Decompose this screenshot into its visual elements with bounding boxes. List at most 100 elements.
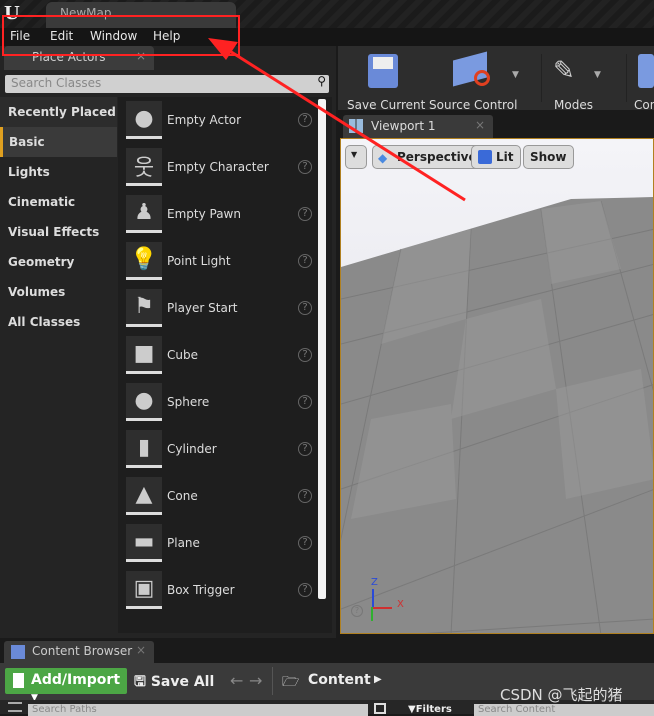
actor-item[interactable]: ▣ Box Trigger?	[118, 567, 332, 614]
path-content-button[interactable]: Content	[308, 672, 371, 688]
category-basic[interactable]: Basic	[0, 127, 117, 157]
actor-item[interactable]: ● Empty Actor?	[118, 97, 332, 144]
help-icon[interactable]: ?	[298, 536, 312, 550]
category-lights[interactable]: Lights	[0, 157, 117, 187]
show-button[interactable]: Show	[523, 145, 574, 169]
floor-grid	[341, 139, 653, 633]
tab-label: Viewport 1	[371, 119, 436, 133]
help-icon[interactable]: ?	[298, 301, 312, 315]
help-icon[interactable]: ?	[298, 207, 312, 221]
save-current-button[interactable]: Save Current	[347, 98, 425, 112]
actor-item[interactable]: ⚑ Player Start?	[118, 285, 332, 332]
help-icon[interactable]: ?	[298, 583, 312, 597]
perspective-icon: ◆	[378, 151, 388, 165]
content-browser-icon	[11, 645, 25, 659]
view-options-icon[interactable]	[374, 703, 386, 714]
search-content-input[interactable]: Search Content	[474, 704, 654, 716]
category-cinematic[interactable]: Cinematic	[0, 187, 117, 217]
sources-toggle-icon[interactable]	[8, 702, 22, 712]
lit-button[interactable]: Lit	[471, 145, 521, 169]
help-icon[interactable]: ?	[298, 254, 312, 268]
file-icon	[13, 673, 24, 688]
save-all-button[interactable]: 🖫 Save All	[134, 671, 214, 695]
modes-button[interactable]: Modes	[554, 98, 593, 112]
help-icon[interactable]: ?	[298, 160, 312, 174]
perspective-button[interactable]: ◆ Perspective	[372, 145, 484, 169]
actor-item[interactable]: 💡 Point Light?	[118, 238, 332, 285]
actor-item[interactable]: ■ Cube?	[118, 332, 332, 379]
actor-thumbnail-icon: ▣	[126, 571, 162, 609]
perspective-label: Perspective	[397, 150, 477, 164]
back-arrow-icon[interactable]: ←	[230, 671, 243, 690]
actor-thumbnail-icon: 웃	[126, 148, 162, 186]
actor-name: Sphere	[167, 395, 210, 409]
place-actors-panel: Place Actors × Search Classes ⚲ Recently P…	[0, 46, 336, 638]
category-visual-effects[interactable]: Visual Effects	[0, 217, 117, 247]
actor-item[interactable]: ♟ Empty Pawn?	[118, 191, 332, 238]
search-icon[interactable]: ⚲	[317, 74, 326, 88]
main-toolbar: Save Current Source Control ▼ ✎ Modes ▼ …	[338, 46, 654, 112]
content-button[interactable]: Con	[634, 98, 654, 112]
actor-name: Point Light	[167, 254, 231, 268]
help-icon[interactable]: ?	[351, 605, 363, 617]
search-placeholder: Search Classes	[11, 76, 102, 90]
chevron-down-icon[interactable]: ▼	[594, 70, 601, 80]
help-icon[interactable]: ?	[298, 442, 312, 456]
chevron-right-icon[interactable]: ▶	[374, 674, 382, 685]
axis-x-label: X	[397, 599, 404, 610]
category-recently-placed[interactable]: Recently Placed	[0, 97, 117, 127]
category-geometry[interactable]: Geometry	[0, 247, 117, 277]
disabled-icon	[474, 70, 490, 86]
folder-icon: 🗁	[282, 674, 300, 690]
add-import-label: Add/Import	[31, 672, 121, 688]
actor-thumbnail-icon: ♟	[126, 195, 162, 233]
tab-content-browser[interactable]: Content Browser ×	[4, 641, 154, 663]
add-import-button[interactable]: Add/Import ▼	[5, 668, 127, 703]
help-icon[interactable]: ?	[298, 395, 312, 409]
help-icon[interactable]: ?	[298, 489, 312, 503]
actor-name: Cone	[167, 489, 198, 503]
actor-item[interactable]: ● Sphere?	[118, 379, 332, 426]
category-volumes[interactable]: Volumes	[0, 277, 117, 307]
search-paths-input[interactable]: Search Paths	[28, 704, 368, 716]
lit-label: Lit	[496, 150, 514, 164]
actor-thumbnail-icon: ▬	[126, 524, 162, 562]
actor-thumbnail-icon: ●	[126, 101, 162, 139]
content-icon	[638, 54, 654, 88]
watermark: CSDN @飞起的猪	[500, 686, 623, 704]
axis-gizmo: Z X ?	[351, 577, 404, 623]
viewport-icon	[349, 119, 363, 133]
close-icon[interactable]: ×	[475, 118, 485, 132]
save-icon: 🖫	[134, 674, 146, 690]
source-control-button[interactable]: Source Control	[429, 98, 517, 112]
tab-viewport-1[interactable]: Viewport 1 ×	[343, 115, 493, 138]
actor-list-scrollbar[interactable]	[318, 99, 326, 599]
help-icon[interactable]: ?	[298, 113, 312, 127]
axis-z-label: Z	[371, 577, 378, 588]
search-classes-input[interactable]: Search Classes ⚲	[5, 74, 329, 93]
close-icon[interactable]: ×	[136, 643, 146, 657]
forward-arrow-icon[interactable]: →	[249, 671, 262, 690]
actor-item[interactable]: ▮ Cylinder?	[118, 426, 332, 473]
actor-thumbnail-icon: ●	[126, 383, 162, 421]
actor-item[interactable]: 웃 Empty Character?	[118, 144, 332, 191]
viewport-options-button[interactable]: ▼	[345, 145, 367, 169]
annotation-box	[2, 15, 240, 56]
actor-item[interactable]: ▲ Cone?	[118, 473, 332, 520]
actor-item[interactable]: ▬ Plane?	[118, 520, 332, 567]
category-all-classes[interactable]: All Classes	[0, 307, 117, 337]
filters-button[interactable]: ▼Filters	[408, 704, 452, 715]
actor-list: ● Empty Actor? 웃 Empty Character? ♟ Empty Paw…	[118, 97, 332, 633]
help-icon[interactable]: ?	[298, 348, 312, 362]
actor-thumbnail-icon: ⚑	[126, 289, 162, 327]
actor-thumbnail-icon: ▲	[126, 477, 162, 515]
actor-name: Cylinder	[167, 442, 217, 456]
modes-icon: ✎	[553, 56, 575, 86]
actor-name: Empty Actor	[167, 113, 242, 127]
chevron-down-icon[interactable]: ▼	[512, 70, 519, 80]
level-viewport[interactable]: ▼ ◆ Perspective Lit Show Z X ?	[340, 138, 654, 634]
actor-name: Empty Character	[167, 160, 269, 174]
actor-name: Box Trigger	[167, 583, 235, 597]
tab-label: Content Browser	[32, 644, 133, 658]
save-icon	[368, 54, 398, 88]
